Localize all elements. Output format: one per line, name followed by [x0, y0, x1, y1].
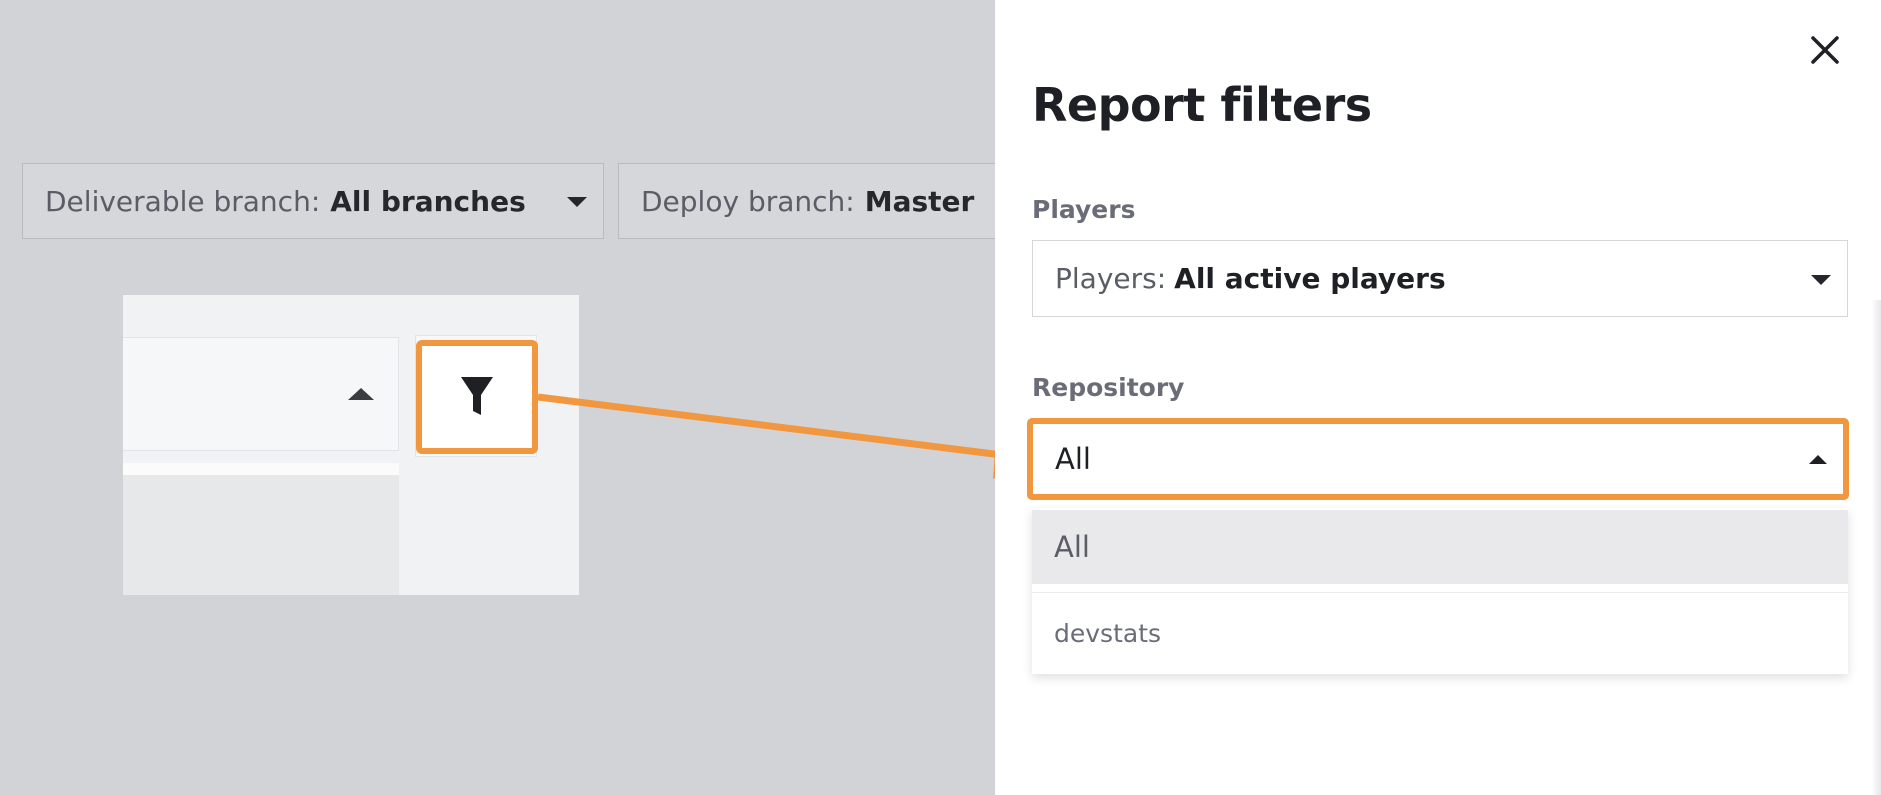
option-label: devstats	[1054, 619, 1162, 648]
deliverable-branch-select[interactable]: Deliverable branch: All branches	[22, 163, 604, 239]
funnel-icon	[461, 377, 493, 415]
chevron-down-icon	[567, 197, 587, 207]
repository-option-all[interactable]: All	[1032, 510, 1848, 584]
repository-label: Repository	[1032, 373, 1185, 402]
deliverable-branch-value: All branches	[330, 184, 526, 218]
repository-dropdown: All devstats	[1032, 508, 1848, 674]
repository-select[interactable]: All	[1027, 418, 1849, 500]
panel-shadow	[1871, 300, 1881, 795]
chevron-down-icon	[1811, 275, 1831, 285]
close-icon[interactable]	[1805, 30, 1845, 70]
players-label: Players	[1032, 195, 1136, 224]
inset-dropdown	[123, 463, 399, 595]
caret-up-icon	[348, 388, 374, 400]
deliverable-branch-label: Deliverable branch:	[45, 184, 321, 218]
deploy-branch-select[interactable]: Deploy branch: Master	[618, 163, 1018, 239]
players-select-value: All active players	[1174, 262, 1446, 295]
repository-option-devstats[interactable]: devstats	[1032, 592, 1848, 674]
option-label: All	[1054, 530, 1090, 564]
report-filters-panel: Report filters Players Players: All acti…	[995, 0, 1881, 795]
deploy-branch-label: Deploy branch:	[641, 184, 855, 218]
repository-select-value: All	[1055, 442, 1091, 476]
filter-button[interactable]	[416, 340, 538, 454]
inset-select	[123, 337, 399, 451]
page-title: Report filters	[1032, 78, 1372, 132]
players-select[interactable]: Players: All active players	[1032, 240, 1848, 317]
chevron-up-icon	[1809, 455, 1827, 464]
deploy-branch-value: Master	[864, 184, 975, 218]
players-select-prefix: Players:	[1055, 262, 1167, 295]
